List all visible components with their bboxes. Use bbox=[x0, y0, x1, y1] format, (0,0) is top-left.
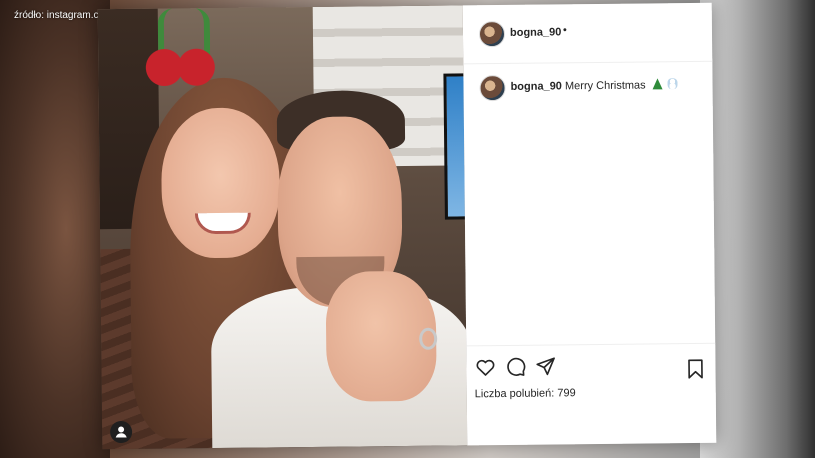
bookmark-icon[interactable] bbox=[684, 358, 706, 380]
likes-count[interactable]: 799 bbox=[557, 387, 575, 399]
blurred-background-left bbox=[0, 0, 110, 458]
post-caption: bogna_90 Merry Christmas bbox=[510, 78, 678, 93]
photo-woman-face bbox=[160, 107, 281, 259]
avatar[interactable] bbox=[478, 20, 506, 48]
send-icon[interactable] bbox=[534, 355, 556, 377]
post-side-panel: bogna_90 • bogna_90 Merry Christmas Licz… bbox=[462, 2, 717, 447]
photo-red-bow bbox=[140, 43, 221, 91]
post-photo[interactable] bbox=[97, 5, 468, 450]
user-tag-icon[interactable] bbox=[110, 420, 133, 444]
heart-icon[interactable] bbox=[474, 356, 496, 378]
snowman-icon bbox=[667, 78, 678, 90]
post-header: bogna_90 • bbox=[462, 2, 713, 65]
caption-text: Merry Christmas bbox=[564, 79, 646, 93]
header-username[interactable]: bogna_90 bbox=[510, 26, 561, 39]
likes-summary: Liczba polubień: 799 bbox=[475, 387, 576, 400]
likes-label: Liczba polubień: bbox=[474, 387, 555, 401]
caption-avatar[interactable] bbox=[479, 74, 506, 102]
header-dot: • bbox=[562, 24, 567, 37]
christmas-tree-icon bbox=[652, 78, 663, 90]
comment-bubble-icon[interactable] bbox=[504, 356, 526, 378]
photo-ring bbox=[419, 327, 438, 350]
blurred-background-right bbox=[700, 0, 815, 458]
caption-username[interactable]: bogna_90 bbox=[510, 80, 561, 93]
instagram-post-card: bogna_90 • bogna_90 Merry Christmas Licz… bbox=[97, 2, 717, 450]
post-actions: Liczba polubień: 799 bbox=[466, 342, 717, 447]
